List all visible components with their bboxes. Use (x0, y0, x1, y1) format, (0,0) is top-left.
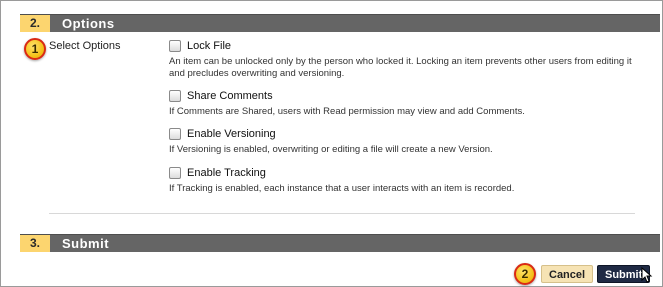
cancel-button[interactable]: Cancel (541, 265, 594, 283)
enable-versioning-description: If Versioning is enabled, overwriting or… (169, 144, 493, 155)
callout-marker: 2 (514, 263, 536, 285)
option-lock-file: Lock File An item can be unlocked only b… (169, 39, 639, 80)
lock-file-checkbox[interactable] (169, 40, 181, 52)
lock-file-description: An item can be unlocked only by the pers… (169, 56, 632, 79)
enable-tracking-description: If Tracking is enabled, each instance th… (169, 183, 515, 194)
section-header-submit: 3. Submit (20, 234, 660, 252)
lock-file-label[interactable]: Lock File (187, 40, 231, 52)
section-number: 3. (20, 235, 50, 252)
section-divider (49, 213, 635, 214)
share-comments-checkbox[interactable] (169, 90, 181, 102)
enable-tracking-label[interactable]: Enable Tracking (187, 167, 266, 179)
option-enable-versioning: Enable Versioning If Versioning is enabl… (169, 127, 639, 156)
enable-versioning-checkbox[interactable] (169, 128, 181, 140)
mouse-pointer-icon (641, 267, 653, 283)
section-title: Submit (62, 236, 110, 251)
section-header-options: 2. Options (20, 14, 660, 32)
section-title: Options (62, 16, 115, 31)
section-number: 2. (20, 15, 50, 32)
select-options-label: Select Options (49, 40, 121, 52)
enable-tracking-checkbox[interactable] (169, 167, 181, 179)
enable-versioning-label[interactable]: Enable Versioning (187, 128, 276, 140)
options-panel: 2. Options 1 Select Options Lock File An… (0, 0, 663, 287)
option-share-comments: Share Comments If Comments are Shared, u… (169, 89, 639, 118)
option-enable-tracking: Enable Tracking If Tracking is enabled, … (169, 166, 639, 195)
share-comments-label[interactable]: Share Comments (187, 90, 273, 102)
share-comments-description: If Comments are Shared, users with Read … (169, 106, 525, 117)
callout-marker: 1 (24, 38, 46, 60)
